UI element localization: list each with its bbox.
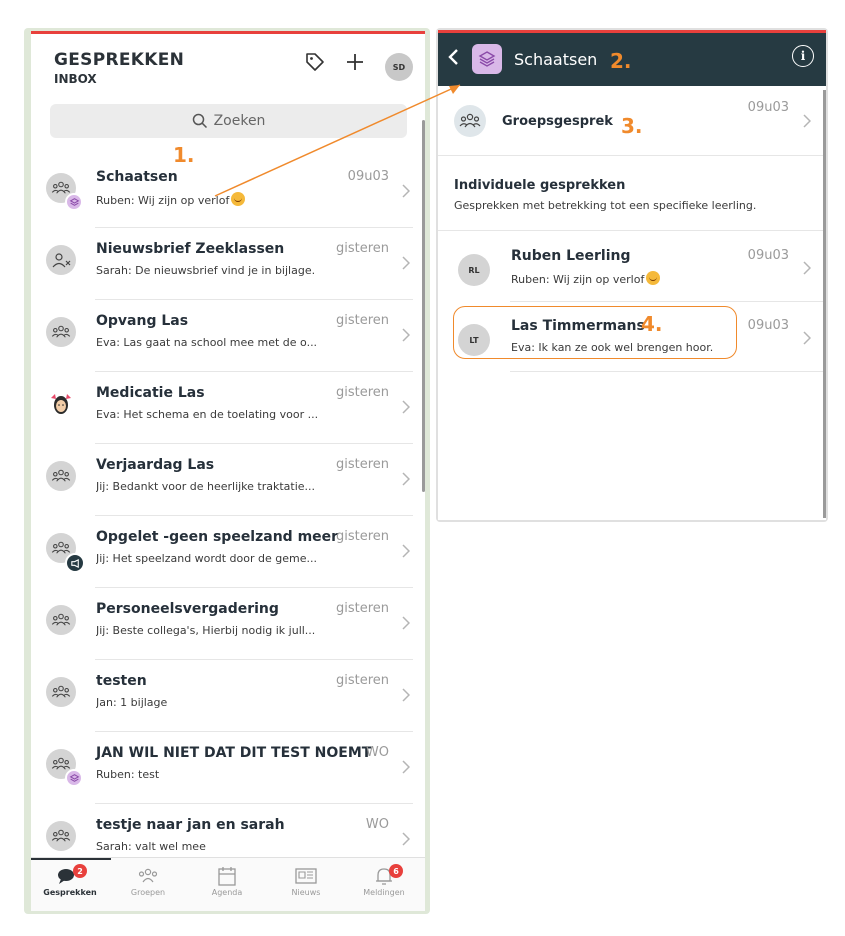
step-marker-2: 2.: [610, 49, 632, 73]
step-marker-4: 4.: [641, 312, 663, 336]
annotation-arrow: [214, 84, 461, 197]
highlight-outline: [453, 306, 737, 359]
step-marker-1: 1.: [173, 143, 195, 167]
step-marker-3: 3.: [621, 114, 643, 138]
